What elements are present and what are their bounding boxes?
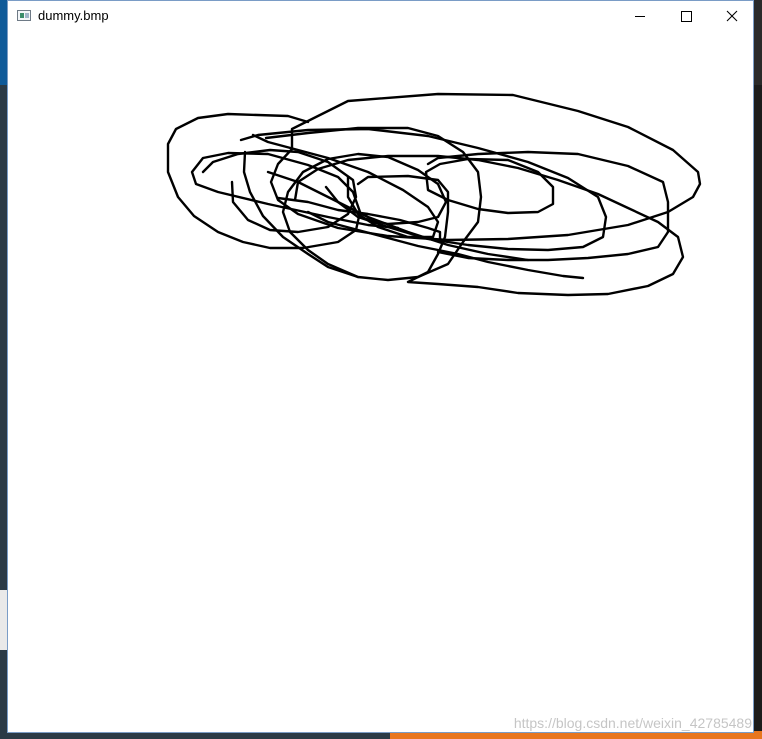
image-viewer-window: dummy.bmp xyxy=(7,0,754,733)
maximize-icon xyxy=(681,11,692,22)
desktop: dummy.bmp https://blog.csdn.net/weixin_4… xyxy=(0,0,762,739)
window-title: dummy.bmp xyxy=(38,8,109,23)
watermark: https://blog.csdn.net/weixin_42785489 xyxy=(513,715,752,731)
desktop-right-edge xyxy=(754,0,762,739)
scribble-drawing xyxy=(166,92,702,297)
app-icon[interactable] xyxy=(17,10,31,21)
title-bar[interactable]: dummy.bmp xyxy=(8,1,753,32)
minimize-icon xyxy=(635,16,645,17)
canvas-area xyxy=(8,32,753,732)
close-icon xyxy=(726,10,738,22)
maximize-button[interactable] xyxy=(663,1,709,32)
minimize-button[interactable] xyxy=(617,1,663,32)
close-button[interactable] xyxy=(709,1,755,32)
